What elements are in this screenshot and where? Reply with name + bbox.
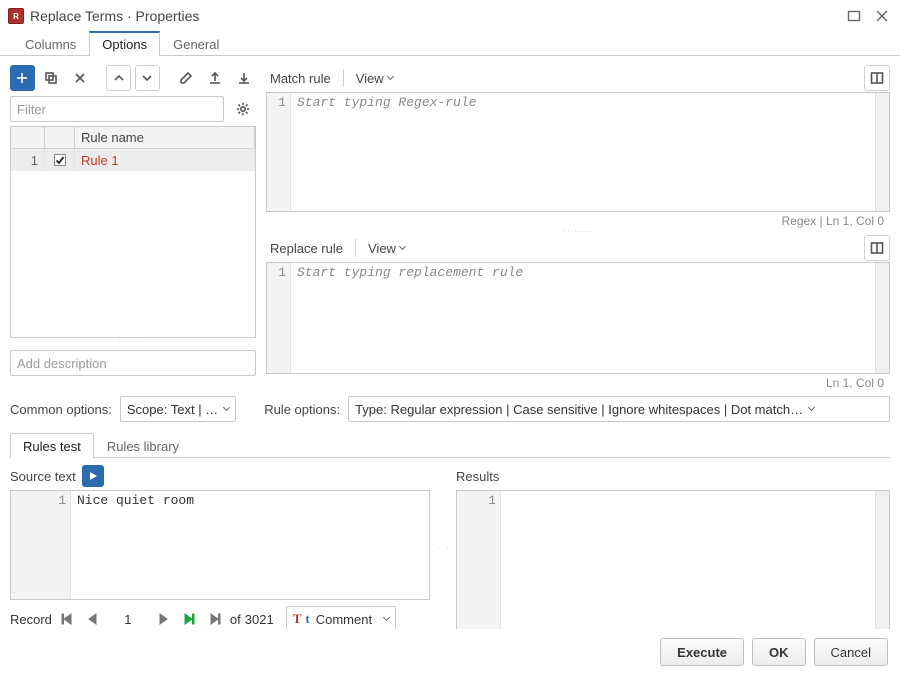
record-prev-button[interactable] [82,608,104,630]
subtab-rules-test[interactable]: Rules test [10,433,94,458]
move-up-button[interactable] [106,65,131,91]
main-tabs: Columns Options General [0,30,900,56]
rule-options-label: Rule options: [264,402,340,417]
match-view-dropdown[interactable]: View [352,71,397,86]
source-text-label: Source text [10,469,76,484]
source-gutter: 1 [11,491,71,599]
record-of-label: of [230,612,241,627]
record-last-button[interactable] [204,608,226,630]
description-input[interactable] [10,350,256,376]
source-text-line: Nice quiet room [71,491,429,599]
replace-rule-label: Replace rule [266,241,347,256]
rules-toolbar [10,64,256,92]
sub-tabs: Rules test Rules library [10,432,890,458]
scope-value: Scope: Text | … [127,402,218,417]
rule-options-value: Type: Regular expression | Case sensitiv… [355,402,803,417]
export-button[interactable] [202,65,227,91]
record-next-match-button[interactable] [178,608,200,630]
run-test-button[interactable] [82,465,104,487]
match-layout-button[interactable] [864,65,890,91]
scope-dropdown[interactable]: Scope: Text | … [120,396,236,422]
add-rule-button[interactable] [10,65,35,91]
common-options-label: Common options: [10,402,112,417]
ok-button[interactable]: OK [752,638,806,666]
grid-header-rulename[interactable]: Rule name [75,127,255,148]
record-first-button[interactable] [56,608,78,630]
replace-status: Ln 1, Col 0 [266,374,890,390]
edit-icon[interactable] [174,65,199,91]
scrollbar[interactable] [875,93,889,211]
rules-grid[interactable]: Rule name 1 Rule 1 [10,126,256,338]
replace-editor-gutter: 1 [267,263,291,373]
results-text [501,491,875,631]
move-down-button[interactable] [135,65,160,91]
delete-rule-button[interactable] [68,65,93,91]
replace-view-dropdown[interactable]: View [364,241,409,256]
titlebar: R Replace Terms · Properties [0,0,900,30]
source-text-editor[interactable]: 1 Nice quiet room [10,490,430,600]
scrollbar[interactable] [875,263,889,373]
cancel-button[interactable]: Cancel [814,638,888,666]
grid-row-name[interactable]: Rule 1 [75,149,255,171]
copy-rule-button[interactable] [39,65,64,91]
record-current[interactable]: 1 [108,612,148,627]
match-editor-placeholder: Start typing Regex-rule [291,93,875,211]
record-label: Record [10,612,52,627]
maximize-button[interactable] [844,6,864,26]
text-icon: T [293,611,302,627]
app-icon: R [8,8,24,24]
record-total: 3021 [245,612,274,627]
close-button[interactable] [872,6,892,26]
replace-layout-button[interactable] [864,235,890,261]
subtab-rules-library[interactable]: Rules library [94,433,192,458]
tab-general[interactable]: General [160,31,232,56]
grid-row[interactable]: 1 Rule 1 [11,149,255,171]
match-editor-gutter: 1 [267,93,291,211]
import-button[interactable] [231,65,256,91]
match-rule-editor[interactable]: 1 Start typing Regex-rule [266,92,890,212]
grid-header: Rule name [11,127,255,149]
replace-rule-editor[interactable]: 1 Start typing replacement rule [266,262,890,374]
replace-editor-placeholder: Start typing replacement rule [291,263,875,373]
results-editor[interactable]: 1 [456,490,890,632]
window-title: Replace Terms · Properties [30,8,199,24]
execute-button[interactable]: Execute [660,638,744,666]
record-next-button[interactable] [152,608,174,630]
results-gutter: 1 [457,491,501,631]
grid-empty-area [11,171,255,337]
grid-row-index: 1 [11,149,45,171]
results-label: Results [456,469,499,484]
filter-settings-icon[interactable] [230,96,256,122]
rule-enabled-checkbox[interactable] [54,154,66,166]
match-rule-label: Match rule [266,71,335,86]
dialog-footer: Execute OK Cancel [0,629,900,675]
record-column-value: Comment [316,612,372,627]
splitter-vertical[interactable]: ···· [440,464,446,632]
view-label: View [368,241,396,256]
tab-columns[interactable]: Columns [12,31,89,56]
filter-input[interactable] [10,96,224,122]
tab-options[interactable]: Options [89,31,160,56]
rule-options-dropdown[interactable]: Type: Regular expression | Case sensitiv… [348,396,890,422]
view-label: View [356,71,384,86]
scrollbar[interactable] [875,491,889,631]
